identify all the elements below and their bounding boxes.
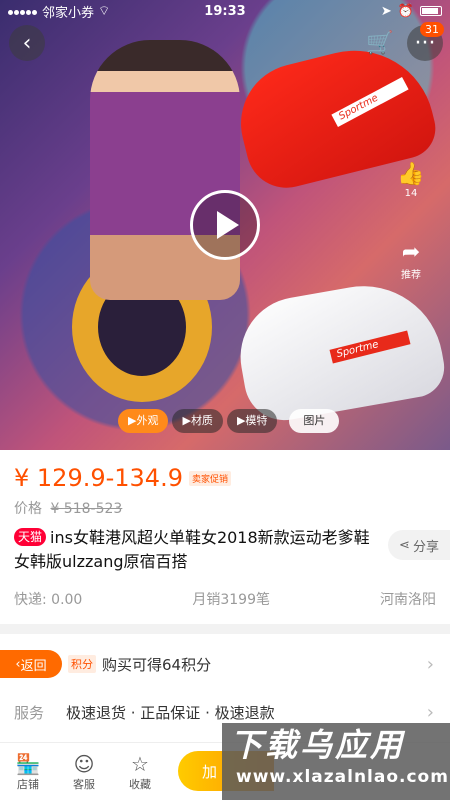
star-icon: ☆ <box>131 751 149 776</box>
share-icon: ⋖ <box>399 537 410 553</box>
service-label: 服务 <box>14 703 45 722</box>
signal-icon <box>8 4 38 19</box>
like-button[interactable]: 👍 14 <box>394 162 428 199</box>
status-bar: 邻家小券 ⌔ 19:33 ➤ ⏰ <box>0 0 450 22</box>
customer-service-button[interactable]: ☺ 客服 <box>56 752 112 792</box>
like-count: 14 <box>404 188 418 199</box>
cart-button[interactable]: 🛒 <box>362 25 398 61</box>
favorite-label: 收藏 <box>129 777 151 791</box>
video-play-button[interactable] <box>190 190 260 260</box>
product-title-text: ins女鞋港风超火单鞋女2018新款运动老爹鞋女韩版ulzzang原宿百搭 <box>14 528 370 571</box>
price: ¥ 129.9-134.9 <box>14 464 183 492</box>
tab-images[interactable]: 图片 <box>289 409 340 433</box>
media-tabs: ▶外观 ▶材质 ▶模特 图片 <box>118 409 340 433</box>
model-figure <box>90 40 240 300</box>
share-label: 分享 <box>412 539 439 555</box>
recommend-button[interactable]: ➦ 推荐 <box>394 240 428 281</box>
ship-location: 河南洛阳 <box>379 592 436 608</box>
favorite-button[interactable]: ☆ 收藏 <box>112 752 168 792</box>
points-tag: 积分 <box>68 655 96 673</box>
price-row: ¥ 129.9-134.9 卖家促销 <box>14 464 231 492</box>
cart-badge: 31 <box>420 22 444 37</box>
store-label: 店铺 <box>17 777 39 791</box>
original-price-label: 价格 <box>14 501 42 517</box>
recommend-icon: ➦ <box>401 240 421 265</box>
chevron-right-icon: › <box>426 701 434 723</box>
carrier-name: 邻家小券 <box>42 5 95 21</box>
shipping-fee: 快递: 0.00 <box>14 592 83 608</box>
tab-exterior[interactable]: ▶外观 <box>118 409 169 433</box>
location-icon: ➤ <box>380 3 392 19</box>
chevron-left-icon: ‹ <box>22 30 32 56</box>
customer-service-label: 客服 <box>73 777 95 791</box>
wifi-icon: ⌔ <box>98 4 111 19</box>
alarm-icon: ⏰ <box>397 3 414 19</box>
back-button[interactable]: ‹ <box>9 25 45 61</box>
chevron-right-icon: › <box>426 653 434 675</box>
store-icon: 🏪 <box>15 751 41 776</box>
product-title: 天猫 ins女鞋港风超火单鞋女2018新款运动老爹鞋女韩版ulzzang原宿百搭 <box>14 526 382 574</box>
service-text: 极速退货 · 正品保证 · 极速退款 <box>66 703 275 722</box>
status-time: 19:33 <box>204 3 246 19</box>
tab-model[interactable]: ▶模特 <box>226 409 278 433</box>
thumbs-up-icon: 👍 <box>397 162 425 187</box>
original-price: ¥ 518-523 <box>50 501 123 517</box>
recommend-label: 推荐 <box>401 270 421 281</box>
cart-icon: 🛒 <box>366 30 394 56</box>
original-price-row: 价格 ¥ 518-523 <box>14 498 122 518</box>
watermark: 下载乌应用 www.xlazalnlao.com <box>222 723 450 800</box>
watermark-title: 下载乌应用 <box>230 726 406 764</box>
product-hero-image[interactable]: Sportme Sportme 👍 14 ➦ 推荐 ▶外观 ▶材质 ▶模特 图片 <box>0 0 450 450</box>
tmall-badge: 天猫 <box>14 528 47 546</box>
tab-material[interactable]: ▶材质 <box>172 409 223 433</box>
battery-icon <box>420 6 442 16</box>
points-text: 购买可得64积分 <box>102 655 212 674</box>
chat-icon: ☺ <box>73 751 95 776</box>
return-button[interactable]: ‹ 返回 <box>0 650 62 678</box>
points-row[interactable]: ‹ 返回 积分 购买可得64积分 › <box>0 646 450 682</box>
monthly-sales: 月销3199笔 <box>192 592 270 608</box>
promo-tag: 卖家促销 <box>188 470 231 486</box>
product-meta: 快递: 0.00 月销3199笔 河南洛阳 <box>14 589 436 609</box>
watermark-url: www.xlazalnlao.com <box>236 767 449 787</box>
store-button[interactable]: 🏪 店铺 <box>0 752 56 792</box>
section-divider <box>0 624 450 634</box>
share-button[interactable]: ⋖ 分享 <box>388 530 450 560</box>
